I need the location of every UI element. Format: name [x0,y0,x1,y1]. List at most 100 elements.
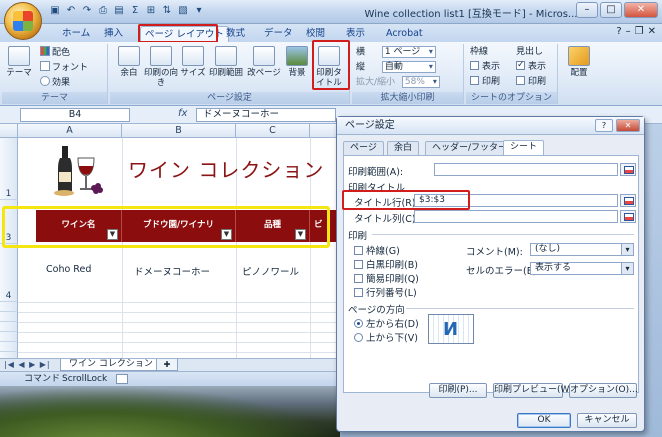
scale-row: 拡大/縮小 58% [356,76,440,88]
scale-group-label: 拡大縮小印刷 [352,92,463,104]
width-combo[interactable]: 1 ページ [381,46,436,58]
size-button[interactable]: サイズ [178,46,208,78]
grid-line [18,302,340,303]
dialog-close-button[interactable]: ✕ [616,119,640,132]
breaks-button[interactable]: 改ページ [246,46,282,78]
cols-to-repeat-picker-icon[interactable] [620,210,636,223]
options-button[interactable]: オプション(O)... [569,383,638,398]
fonts-button[interactable]: フォント [40,61,88,73]
theme-icon [8,46,30,66]
print-area-picker-icon[interactable] [620,163,636,176]
row-header[interactable] [0,332,18,342]
height-row: 縦 自動 [356,61,436,73]
minimize-button[interactable]: – [576,2,598,18]
cell-errors-select[interactable]: 表示する [530,262,634,275]
fx-icon[interactable]: fx [178,108,187,119]
row-col-headings-option[interactable]: 行列番号(L) [354,285,417,299]
draft-option[interactable]: 簡易印刷(Q) [354,271,419,285]
dialog-tab-margins[interactable]: 余白 [387,141,420,155]
column-header-b[interactable]: B [122,124,236,138]
macro-record-icon[interactable] [116,374,128,384]
effects-button[interactable]: 効果 [40,76,70,88]
row-header[interactable] [0,302,18,312]
cell-b4[interactable]: ドメーヌコーホー [134,264,210,278]
status-mode: コマンド [24,374,61,384]
over-then-down-option[interactable]: 上から下(V) [354,330,418,344]
rows-to-repeat-picker-icon[interactable] [620,194,636,207]
theme-group-label: テーマ [2,92,107,104]
cell-c4[interactable]: ピノノワール [242,264,299,278]
headings-view-check [516,59,525,71]
ok-button[interactable]: OK [517,413,571,428]
over-then-down-radio [354,333,363,342]
dialog-help-button[interactable]: ? [595,119,613,132]
insert-sheet-icon[interactable]: ✚ [156,359,178,371]
help-icon[interactable]: ? [616,26,621,37]
ribbon-minimize-icon[interactable]: – [626,26,631,37]
dialog-tab-page[interactable]: ページ [343,141,384,155]
background-button[interactable]: 背景 [282,46,312,78]
close-button[interactable]: ✕ [624,2,658,18]
margins-button[interactable]: 余白 [114,46,144,78]
print-button[interactable]: 印刷(P)... [429,383,487,398]
down-then-over-option[interactable]: 左から右(D) [354,316,419,330]
office-button[interactable] [4,2,42,40]
headings-view-checkbox[interactable]: 表示 [516,59,546,73]
dialog-title-buttons: ? ✕ [595,119,640,132]
row-header[interactable] [0,312,18,322]
name-box[interactable]: B4 [20,108,130,122]
arrange-button[interactable]: 配置 [564,46,594,78]
print-area-button[interactable]: 印刷範囲 [208,46,244,78]
tab-formulas[interactable]: 数式 [222,26,249,42]
maximize-button[interactable]: □ [600,2,622,18]
arrange-icon [568,46,590,66]
sheet-tab-wine-collection[interactable]: ワイン コレクション [60,359,162,371]
highlight-page-layout-tab [138,24,218,43]
row-header[interactable] [0,342,18,352]
row-header[interactable] [0,322,18,332]
gridlines-option[interactable]: 枠線(G) [354,243,400,257]
black-white-option[interactable]: 白黒印刷(B) [354,257,418,271]
gridlines-print-checkbox[interactable]: 印刷 [470,76,500,88]
office-logo-icon [13,11,33,31]
grid-line [122,138,123,358]
gridlines-view-checkbox[interactable]: 表示 [470,61,500,73]
orientation-button[interactable]: 印刷の向き [144,46,178,88]
tab-acrobat[interactable]: Acrobat [382,26,427,42]
tab-data[interactable]: データ [260,26,297,42]
print-preview-button[interactable]: 印刷プレビュー(W) [493,383,573,398]
fonts-icon [40,61,50,71]
headings-print-checkbox[interactable]: 印刷 [516,76,546,88]
theme-group: テーマ 配色 フォント 効果 テーマ [2,44,108,104]
comments-select[interactable]: (なし) [530,243,634,256]
dialog-tab-sheet[interactable]: シート [503,140,545,155]
print-section-label: 印刷 [348,231,368,242]
select-all-corner[interactable] [0,124,18,138]
cancel-button[interactable]: キャンセル [577,413,637,428]
ribbon-restore-icon[interactable]: ❐ [635,26,644,37]
grid-line [18,352,340,353]
scale-combo[interactable]: 58% [401,76,440,88]
row-col-headings-check [354,288,363,297]
page-setup-dialog: ページ設定 ? ✕ ページ 余白 ヘッダー/フッター シート 印刷範囲(A): … [336,116,645,432]
formula-input[interactable]: ドメーヌコーホー [196,108,336,122]
ribbon-close-icon[interactable]: ✕ [648,26,656,37]
tab-home[interactable]: ホーム [58,26,94,42]
separator [372,234,634,235]
row-header-1[interactable]: 1 [0,138,18,200]
height-combo[interactable]: 自動 [381,61,436,73]
window-controls: – □ ✕ [576,2,658,18]
cell-a4[interactable]: Coho Red [46,264,91,275]
theme-button[interactable]: テーマ [4,46,34,78]
sheet-nav-arrows-icon[interactable]: |◀ ◀ ▶ ▶| [4,360,51,369]
status-bar: コマンド ScrollLock [0,371,340,386]
width-row: 横 1 ページ [356,46,436,58]
print-area-input[interactable] [434,163,618,176]
column-header-a[interactable]: A [18,124,122,138]
tab-insert[interactable]: 挿入 [100,26,127,42]
cols-to-repeat-input[interactable] [414,210,618,223]
colors-button[interactable]: 配色 [40,46,70,58]
column-header-c[interactable]: C [236,124,310,138]
dialog-tab-header-footer[interactable]: ヘッダー/フッター [425,141,515,155]
row-header-4[interactable]: 4 [0,244,18,302]
